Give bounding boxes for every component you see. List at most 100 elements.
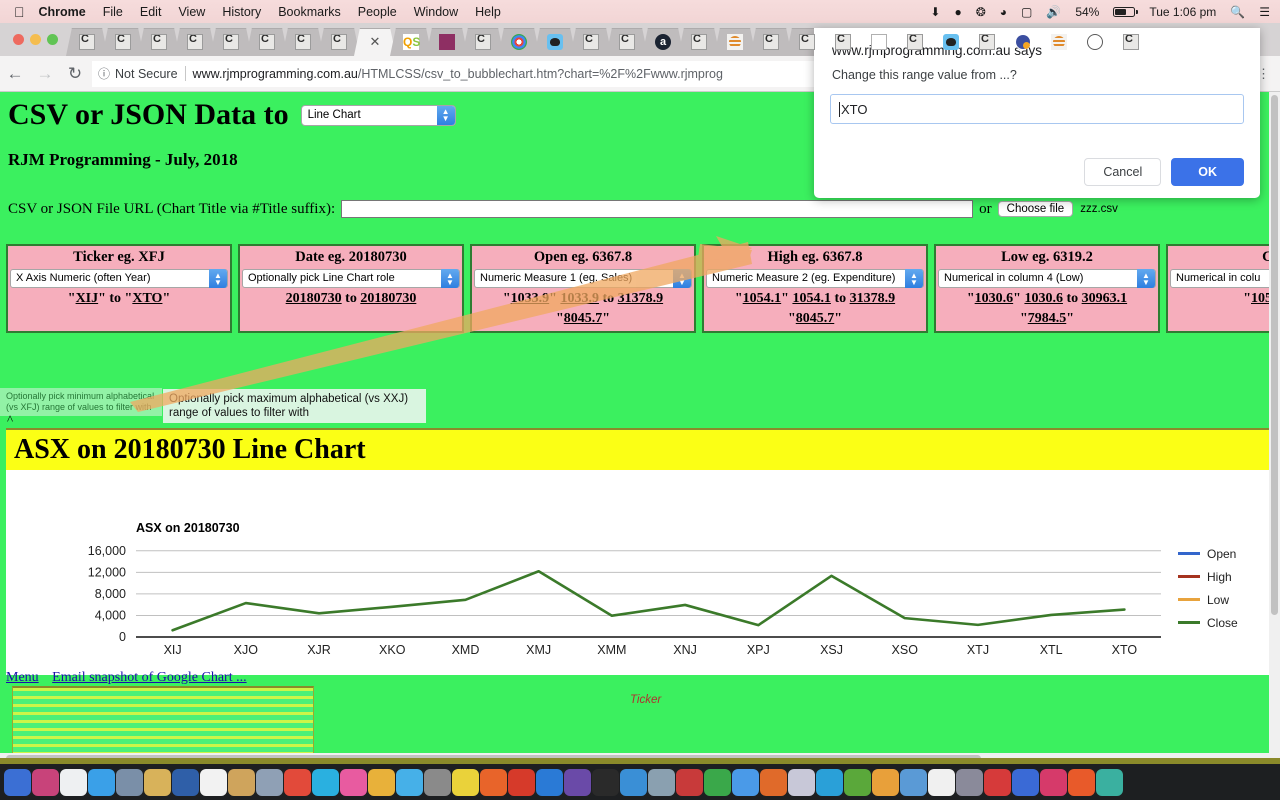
chart-legend[interactable]: Open High Low Close xyxy=(1178,542,1238,634)
choose-file-button[interactable]: Choose file xyxy=(997,201,1074,217)
legend-label: Open xyxy=(1207,546,1237,561)
dock-app-icon[interactable] xyxy=(592,768,619,796)
screen-mirror-icon[interactable]: ▢ xyxy=(1021,5,1032,19)
dock-app-icon[interactable] xyxy=(32,768,59,796)
menu-item-edit[interactable]: Edit xyxy=(140,5,162,19)
dock-app-icon[interactable] xyxy=(116,768,143,796)
dock-app-icon[interactable] xyxy=(564,768,591,796)
page-vertical-scrollbar[interactable] xyxy=(1269,92,1280,753)
forward-arrow-icon[interactable]: → xyxy=(30,64,60,84)
window-minimize-button[interactable] xyxy=(30,34,41,45)
dock-app-icon[interactable] xyxy=(396,768,423,796)
dock-app-icon[interactable] xyxy=(1068,768,1095,796)
file-url-row: CSV or JSON File URL (Chart Title via #T… xyxy=(8,200,1280,218)
column-header: Ticker eg. XFJ xyxy=(73,249,165,265)
dock-app-icon[interactable] xyxy=(1012,768,1039,796)
volume-icon[interactable]: 🔊 xyxy=(1046,5,1061,19)
column-role-select[interactable]: X Axis Numeric (often Year) xyxy=(10,268,228,288)
clock-label[interactable]: Tue 1:06 pm xyxy=(1149,5,1216,19)
menu-item-chrome[interactable]: Chrome xyxy=(39,5,86,19)
page-title: CSV or JSON Data to xyxy=(8,98,289,131)
column-role-select[interactable]: Optionally pick Line Chart role xyxy=(242,268,460,288)
dock-app-icon[interactable] xyxy=(1040,768,1067,796)
info-circle-icon[interactable]: ⓘ xyxy=(98,65,110,82)
spotlight-search-icon[interactable]: 🔍 xyxy=(1230,5,1245,19)
dock-app-icon[interactable] xyxy=(620,768,647,796)
dock-app-icon[interactable] xyxy=(872,768,899,796)
apple-logo-icon[interactable]:  xyxy=(14,4,25,20)
legend-item[interactable]: High xyxy=(1178,565,1238,588)
menu-item-people[interactable]: People xyxy=(358,5,397,19)
dock-app-icon[interactable] xyxy=(676,768,703,796)
dock-app-icon[interactable] xyxy=(956,768,983,796)
legend-item[interactable]: Close xyxy=(1178,611,1238,634)
ok-button[interactable]: OK xyxy=(1171,158,1244,186)
download-icon[interactable]: ⬇ xyxy=(930,5,940,19)
legend-item[interactable]: Open xyxy=(1178,542,1238,565)
dock-app-icon[interactable] xyxy=(480,768,507,796)
menu-link[interactable]: Menu xyxy=(6,670,39,685)
airplay-badge-icon[interactable]: ❂ xyxy=(976,5,986,19)
google-chart[interactable]: 0 4,000 8,000 12,000 16,000 XIJ XJO XJR XKO XMD XM… xyxy=(6,470,1280,706)
dock-app-icon[interactable] xyxy=(648,768,675,796)
dock-app-icon[interactable] xyxy=(536,768,563,796)
legend-swatch-icon xyxy=(1178,598,1200,601)
dialog-text-input[interactable]: XTO xyxy=(830,94,1244,124)
chart-type-select[interactable]: Line Chart xyxy=(300,104,456,126)
cancel-button[interactable]: Cancel xyxy=(1084,158,1162,186)
column-role-select[interactable]: Numeric Measure 2 (eg. Expenditure) xyxy=(706,268,924,288)
chart-x-tick-label: XSJ xyxy=(820,643,843,657)
record-icon[interactable]: ● xyxy=(954,5,961,19)
dock-app-icon[interactable] xyxy=(4,768,31,796)
dock-app-icon[interactable] xyxy=(200,768,227,796)
dock-app-icon[interactable] xyxy=(928,768,955,796)
file-url-input[interactable] xyxy=(341,200,974,218)
menu-item-view[interactable]: View xyxy=(178,5,205,19)
reload-icon[interactable]: ↻ xyxy=(60,64,90,84)
menu-item-help[interactable]: Help xyxy=(475,5,501,19)
dock-app-icon[interactable] xyxy=(816,768,843,796)
tab-favicon-doc-icon xyxy=(1123,34,1139,50)
url-host: www.rjmprogramming.com.au xyxy=(192,66,358,81)
collapse-caret[interactable]: ^ xyxy=(7,412,13,428)
dock-app-icon[interactable] xyxy=(172,768,199,796)
dock-app-icon[interactable] xyxy=(1096,768,1123,796)
dock-app-icon[interactable] xyxy=(900,768,927,796)
column-range-line-1: "1030.6" 1030.6 to 30963.1 xyxy=(966,290,1128,306)
dock-app-icon[interactable] xyxy=(452,768,479,796)
window-zoom-button[interactable] xyxy=(47,34,58,45)
dock-app-icon[interactable] xyxy=(312,768,339,796)
notification-center-icon[interactable]: ☰ xyxy=(1259,5,1270,19)
dock-app-icon[interactable] xyxy=(144,768,171,796)
dock-app-icon[interactable] xyxy=(88,768,115,796)
dock-app-icon[interactable] xyxy=(368,768,395,796)
email-snapshot-link[interactable]: Email snapshot of Google Chart ... xyxy=(52,670,246,685)
close-icon[interactable]: ✕ xyxy=(370,34,381,50)
dock-app-icon[interactable] xyxy=(284,768,311,796)
column-role-select[interactable]: Numeric Measure 1 (eg. Sales) xyxy=(474,268,692,288)
dock-app-icon[interactable] xyxy=(256,768,283,796)
legend-item[interactable]: Low xyxy=(1178,588,1238,611)
javascript-prompt-dialog[interactable]: www.rjmprogramming.com.au says Change th… xyxy=(814,28,1260,198)
dock-app-icon[interactable] xyxy=(228,768,255,796)
column-role-select[interactable]: Numerical in column 4 (Low) xyxy=(938,268,1156,288)
dock-app-icon[interactable] xyxy=(732,768,759,796)
dock-app-icon[interactable] xyxy=(844,768,871,796)
dock-app-icon[interactable] xyxy=(788,768,815,796)
dock-app-icon[interactable] xyxy=(984,768,1011,796)
dock-app-icon[interactable] xyxy=(60,768,87,796)
dock-app-icon[interactable] xyxy=(704,768,731,796)
dock-app-icon[interactable] xyxy=(760,768,787,796)
column-role-select[interactable]: Numerical in colu xyxy=(1170,268,1280,288)
menu-item-bookmarks[interactable]: Bookmarks xyxy=(278,5,341,19)
dock-app-icon[interactable] xyxy=(340,768,367,796)
dialog-buttons: Cancel OK xyxy=(1084,158,1244,186)
menu-item-window[interactable]: Window xyxy=(414,5,458,19)
menu-item-history[interactable]: History xyxy=(222,5,261,19)
window-close-button[interactable] xyxy=(13,34,24,45)
dock-app-icon[interactable] xyxy=(424,768,451,796)
wifi-icon[interactable]: ◕ xyxy=(1000,5,1007,19)
menu-item-file[interactable]: File xyxy=(103,5,123,19)
back-arrow-icon[interactable]: ← xyxy=(0,64,30,84)
dock-app-icon[interactable] xyxy=(508,768,535,796)
